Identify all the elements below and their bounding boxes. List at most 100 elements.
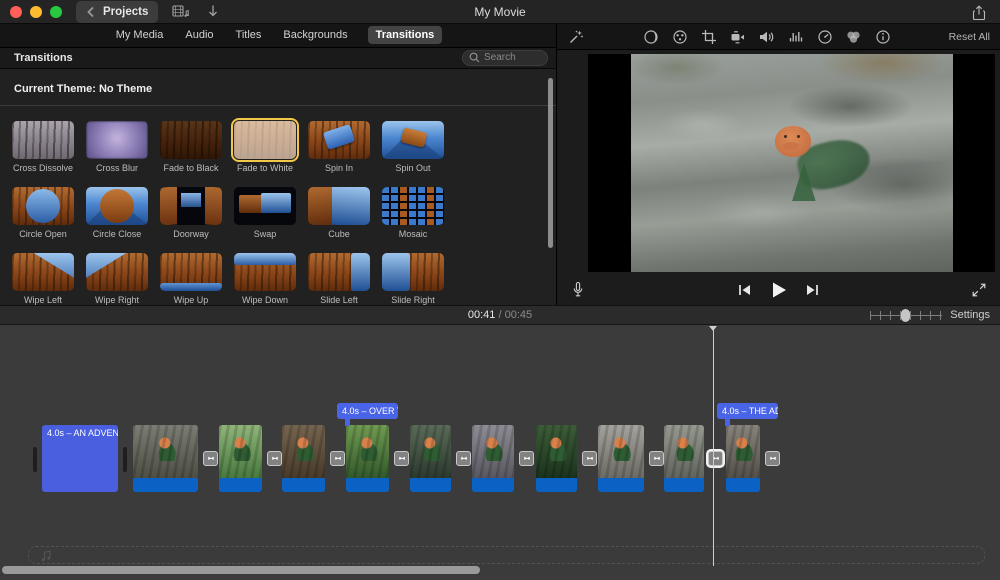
transition-art (308, 253, 370, 291)
reset-all-button[interactable]: Reset All (949, 31, 990, 43)
video-clip[interactable] (598, 425, 644, 492)
transition-item: Mosaic (382, 187, 444, 239)
transition-thumbnail-cross-blur[interactable] (86, 121, 148, 159)
tab-audio[interactable]: Audio (183, 26, 215, 44)
stabilization-icon[interactable] (729, 28, 747, 46)
transition-thumbnail-wipe-up[interactable] (160, 253, 222, 291)
volume-icon[interactable] (758, 28, 776, 46)
video-clip[interactable] (219, 425, 262, 492)
search-input[interactable] (484, 52, 544, 63)
transition-thumbnail-doorway[interactable] (160, 187, 222, 225)
title-clip[interactable]: 4.0s – AN ADVEN... (42, 425, 118, 492)
transition-thumbnail-wipe-left[interactable] (12, 253, 74, 291)
timeline-transition-icon[interactable]: ▸◂ (203, 451, 218, 466)
theme-row: Current Theme: No Theme (0, 69, 556, 106)
zoom-window-button[interactable] (50, 6, 62, 18)
transition-thumbnail-circle-close[interactable] (86, 187, 148, 225)
transition-thumbnail-cube[interactable] (308, 187, 370, 225)
content-browser: My Media Audio Titles Backgrounds Transition… (0, 24, 557, 305)
noise-reduction-icon[interactable] (787, 28, 805, 46)
background-music-well[interactable] (28, 546, 985, 564)
transition-thumbnail-wipe-down[interactable] (234, 253, 296, 291)
skip-forward-icon[interactable] (804, 281, 822, 299)
transition-thumbnail-spin-in[interactable] (308, 121, 370, 159)
transition-thumbnail-spin-out[interactable] (382, 121, 444, 159)
titlebar: Projects My Movie (0, 0, 1000, 24)
title-badge[interactable]: 4.0s – OVER T... (337, 403, 398, 419)
video-clip[interactable] (133, 425, 198, 492)
timeline-transition-icon[interactable]: ▸◂ (456, 451, 471, 466)
timeline-zoom-slider[interactable] (870, 309, 942, 322)
tab-my-media[interactable]: My Media (114, 26, 166, 44)
play-icon[interactable] (768, 279, 790, 301)
color-balance-icon[interactable] (642, 28, 660, 46)
transition-thumbnail-slide-right[interactable] (382, 253, 444, 291)
browser-vertical-scrollbar[interactable] (548, 78, 553, 248)
projects-back-button[interactable]: Projects (76, 1, 158, 23)
skip-back-icon[interactable] (736, 281, 754, 299)
transition-thumbnail-swap[interactable] (234, 187, 296, 225)
crop-icon[interactable] (700, 28, 718, 46)
timeline-transition-icon[interactable]: ▸◂ (649, 451, 664, 466)
zoom-slider-thumb[interactable] (901, 309, 910, 322)
timeline-toolbar: 00:41 / 00:45 Settings (0, 305, 1000, 325)
video-clip-thumbnail (664, 425, 704, 478)
transition-art (86, 121, 148, 159)
video-clip[interactable] (664, 425, 704, 492)
enhance-wand-icon[interactable] (567, 28, 585, 46)
video-clip[interactable] (410, 425, 451, 492)
timeline-transition-icon[interactable]: ▸◂ (582, 451, 597, 466)
transition-label: Slide Left (308, 295, 370, 305)
timeline-horizontal-scrollbar[interactable] (2, 566, 480, 574)
character-marker (419, 437, 443, 461)
video-clip[interactable] (536, 425, 577, 492)
color-correction-icon[interactable] (671, 28, 689, 46)
transition-thumbnail-slide-left[interactable] (308, 253, 370, 291)
tab-titles[interactable]: Titles (234, 26, 264, 44)
clip-trim-handle[interactable] (123, 447, 127, 472)
transition-item: Swap (234, 187, 296, 239)
share-icon[interactable] (970, 4, 988, 22)
timeline-transition-icon[interactable]: ▸◂ (267, 451, 282, 466)
transition-thumbnail-cross-dissolve[interactable] (12, 121, 74, 159)
voiceover-mic-icon[interactable] (569, 281, 587, 299)
timeline[interactable]: 4.0s – AN ADVEN... ▸◂ ▸◂ ▸◂ ▸◂ ▸◂ ▸◂ ▸◂ ▸◂ ▸◂ ▸◂ 4.… (0, 325, 1000, 580)
timecode-current: 00:41 (468, 309, 496, 321)
transition-art (12, 253, 74, 291)
timeline-transition-icon[interactable]: ▸◂ (708, 451, 723, 466)
close-window-button[interactable] (10, 6, 22, 18)
minimize-window-button[interactable] (30, 6, 42, 18)
transition-thumbnail-fade-black[interactable] (160, 121, 222, 159)
transition-thumbnail-mosaic[interactable] (382, 187, 444, 225)
tab-backgrounds[interactable]: Backgrounds (281, 26, 349, 44)
transition-art (382, 187, 444, 225)
timeline-settings-button[interactable]: Settings (950, 309, 990, 321)
clip-trim-handle[interactable] (33, 447, 37, 472)
video-clip[interactable] (726, 425, 760, 492)
transition-thumbnail-circle-open[interactable] (12, 187, 74, 225)
clip-audio-strip (664, 478, 704, 492)
transition-label: Cross Dissolve (12, 163, 74, 173)
speed-icon[interactable] (816, 28, 834, 46)
timeline-transition-icon[interactable]: ▸◂ (519, 451, 534, 466)
tab-transitions[interactable]: Transitions (368, 26, 443, 44)
video-clip[interactable] (472, 425, 514, 492)
clip-filter-icon[interactable] (845, 28, 863, 46)
title-badge[interactable]: 4.0s – THE AD... (717, 403, 778, 419)
video-stage (588, 54, 995, 272)
timecode-separator: / (498, 309, 501, 321)
clip-info-icon[interactable] (874, 28, 892, 46)
timeline-transition-icon[interactable]: ▸◂ (394, 451, 409, 466)
import-media-icon[interactable] (204, 3, 222, 21)
video-clip[interactable] (346, 425, 389, 492)
timeline-transition-icon[interactable]: ▸◂ (765, 451, 780, 466)
transition-thumbnail-wipe-right[interactable] (86, 253, 148, 291)
fullscreen-icon[interactable] (970, 281, 988, 299)
transition-thumbnail-fade-white[interactable] (234, 121, 296, 159)
video-clip[interactable] (282, 425, 325, 492)
playhead[interactable] (713, 327, 714, 566)
media-library-icon[interactable] (172, 3, 190, 21)
timeline-transition-icon[interactable]: ▸◂ (330, 451, 345, 466)
clip-audio-strip (346, 478, 389, 492)
search-box[interactable] (462, 50, 548, 66)
